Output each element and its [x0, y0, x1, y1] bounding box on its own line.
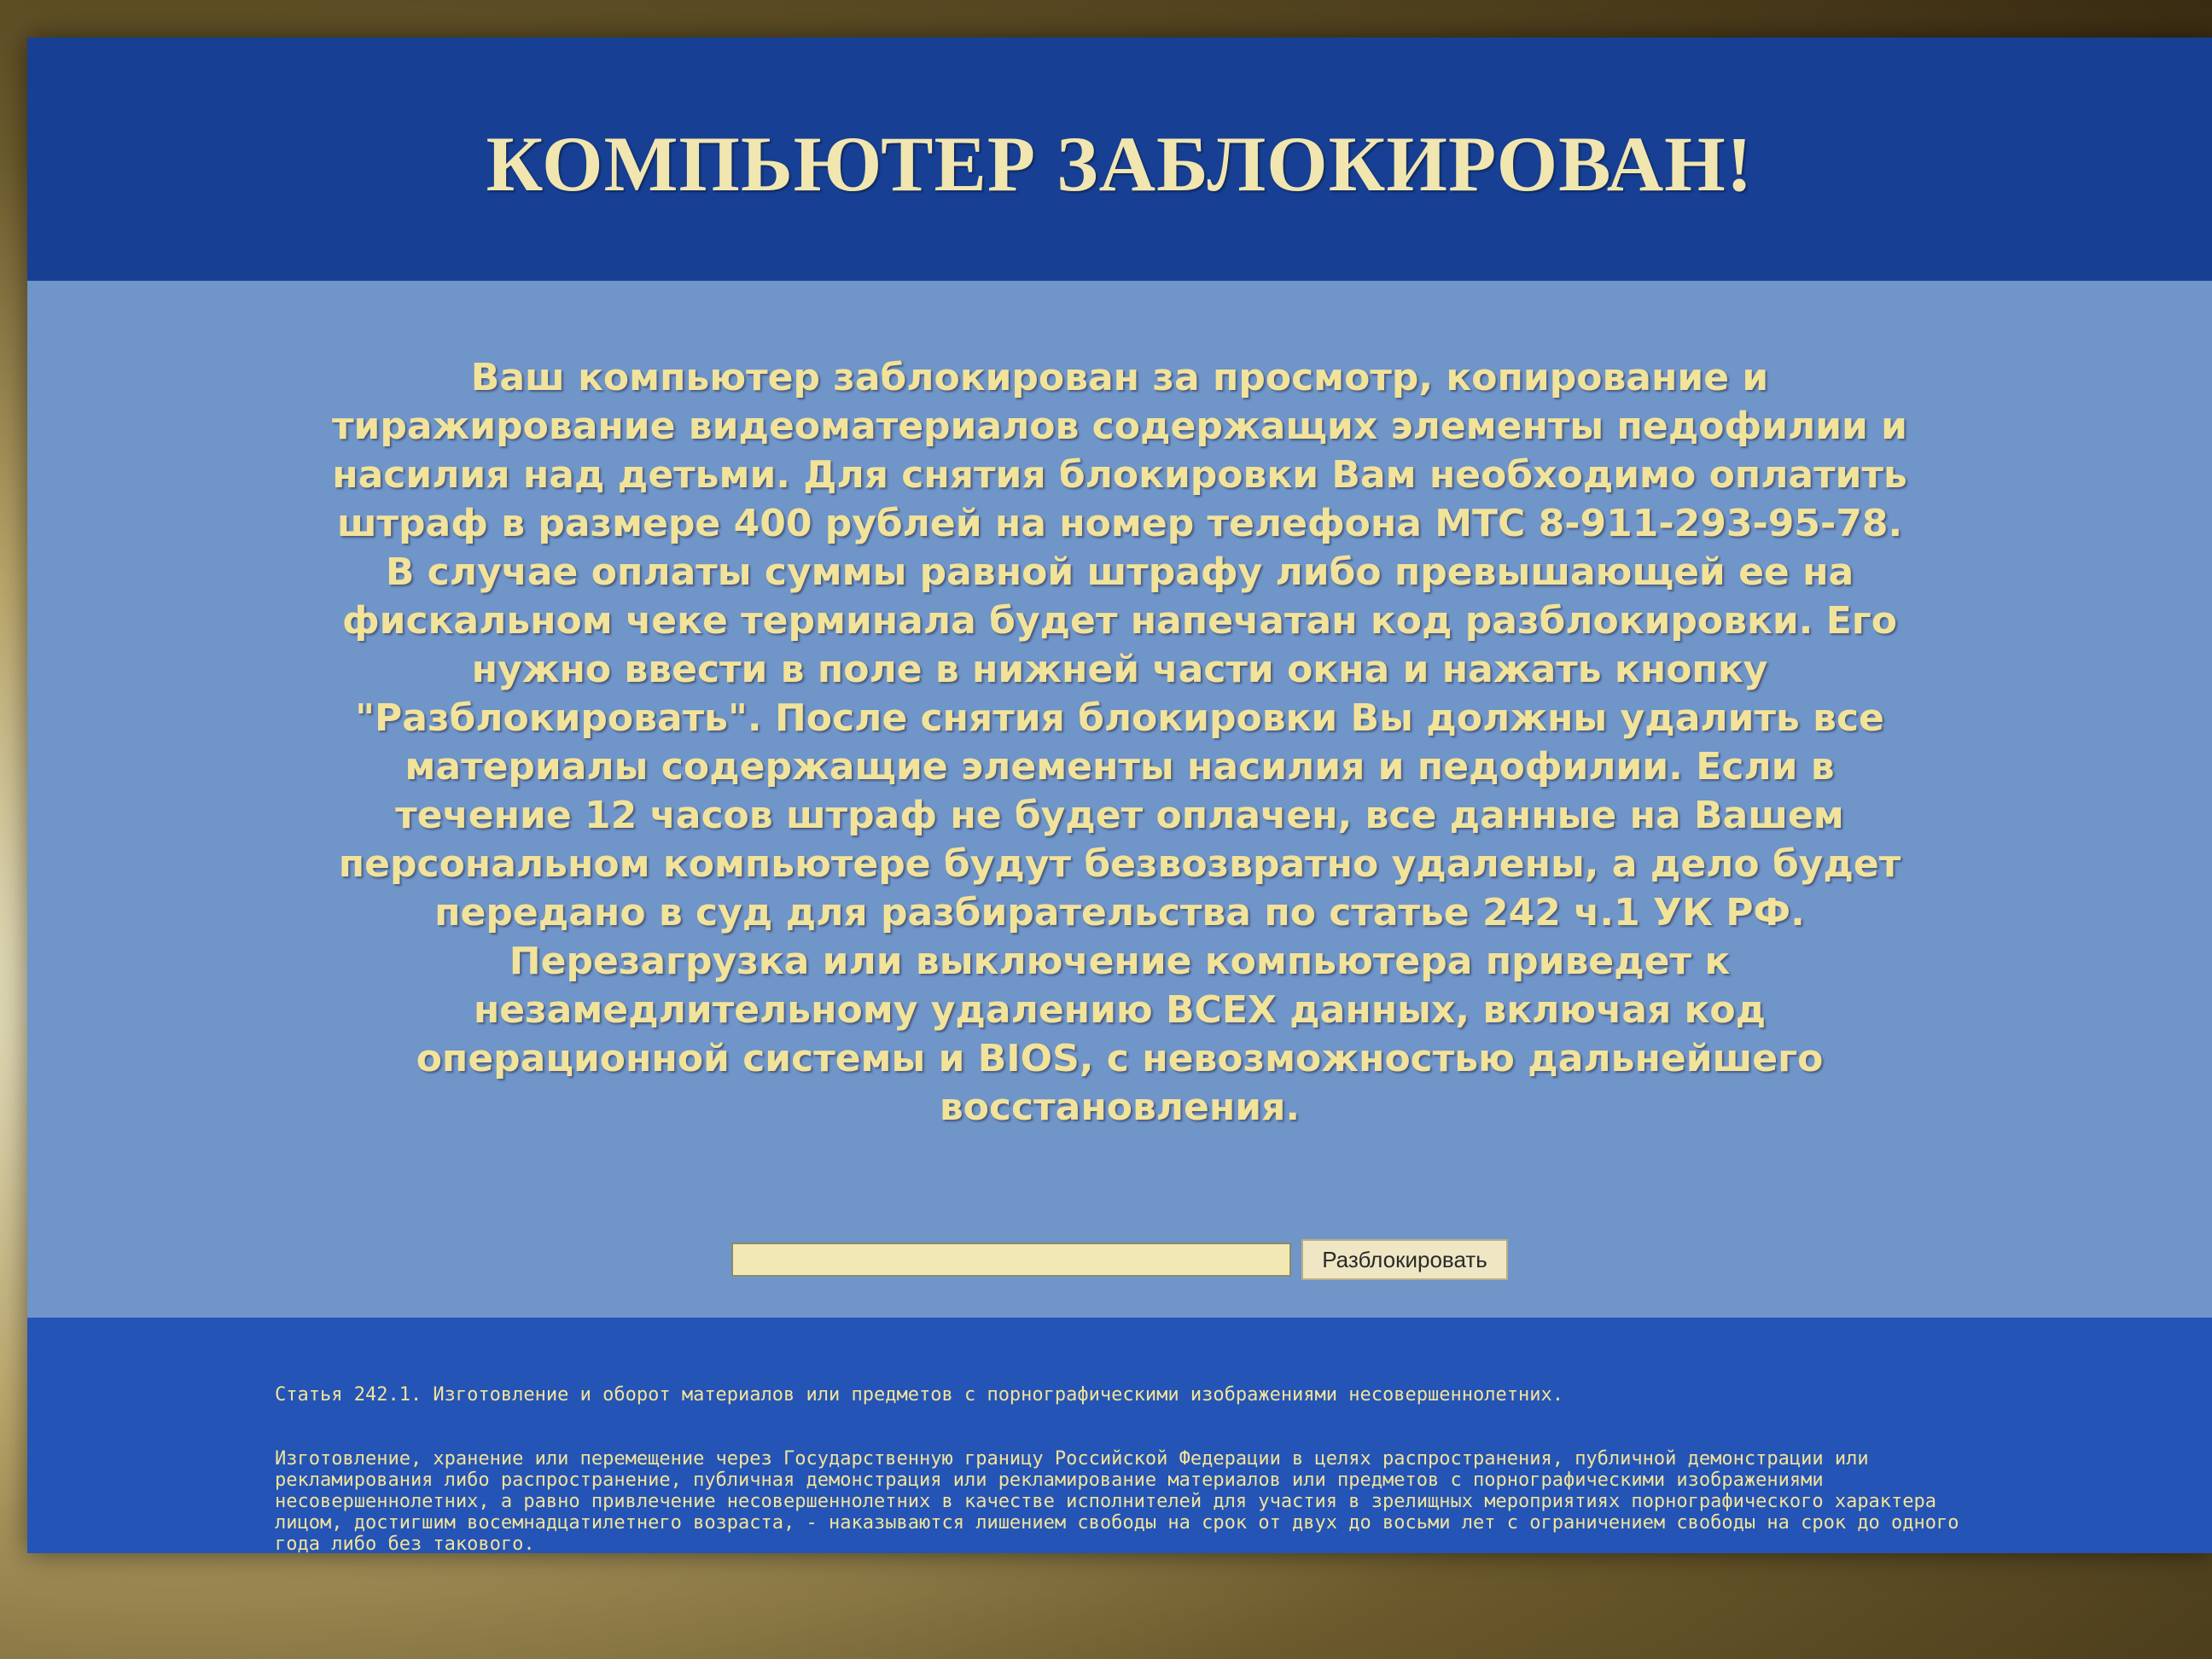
- unlock-button[interactable]: Разблокировать: [1301, 1239, 1508, 1280]
- law-article-text: Статья 242.1. Изготовление и оборот мате…: [275, 1342, 1965, 1598]
- law-article-body: Изготовление, хранение или перемещение ч…: [275, 1448, 1970, 1555]
- unlock-code-input[interactable]: [731, 1243, 1292, 1277]
- ransom-message: Ваш компьютер заблокирован за просмотр, …: [317, 353, 1922, 1132]
- header-band: КОМПЬЮТЕР ЗАБЛОКИРОВАН!: [27, 38, 2212, 281]
- ransom-warning-text: Перезагрузка или выключение компьютера п…: [416, 940, 1824, 1129]
- law-article-title: Статья 242.1. Изготовление и оборот мате…: [275, 1384, 1563, 1406]
- ransom-main-text: Ваш компьютер заблокирован за просмотр, …: [331, 356, 1908, 934]
- lock-screen-window: КОМПЬЮТЕР ЗАБЛОКИРОВАН! Ваш компьютер за…: [27, 38, 2212, 1555]
- page-title: КОМПЬЮТЕР ЗАБЛОКИРОВАН!: [486, 119, 1754, 207]
- footer-band: Статья 242.1. Изготовление и оборот мате…: [27, 1318, 2212, 1555]
- unlock-form: Разблокировать: [27, 1239, 2212, 1280]
